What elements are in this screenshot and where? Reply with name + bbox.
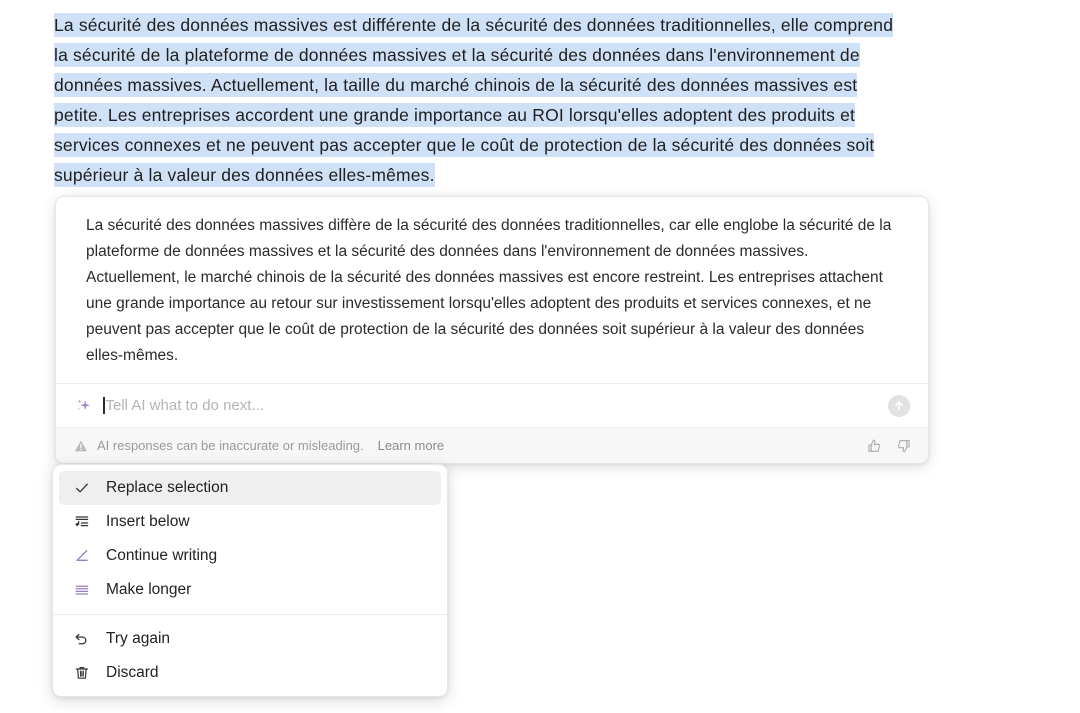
check-icon: [73, 479, 91, 497]
selection-highlight: La sécurité des données massives est dif…: [54, 13, 894, 187]
menu-item-label: Replace selection: [106, 479, 229, 497]
selected-paragraph[interactable]: La sécurité des données massives est dif…: [54, 10, 910, 190]
submit-button[interactable]: [888, 394, 910, 417]
menu-item-make-longer[interactable]: Make longer: [59, 573, 441, 607]
menu-item-label: Continue writing: [106, 547, 218, 565]
pencil-icon: [73, 547, 91, 565]
ai-prompt-row[interactable]: Tell AI what to do next...: [56, 383, 928, 427]
menu-item-replace-selection[interactable]: Replace selection: [59, 471, 441, 505]
arrow-up-icon: [895, 400, 903, 410]
menu-item-label: Try again: [106, 630, 171, 648]
menu-item-try-again[interactable]: Try again: [59, 622, 441, 656]
prompt-input[interactable]: Tell AI what to do next...: [106, 398, 264, 413]
ai-disclaimer-text: AI responses can be inaccurate or mislea…: [97, 438, 364, 453]
thumbs-up-icon[interactable]: [866, 438, 882, 454]
menu-divider: [53, 614, 447, 615]
ai-card-footer: AI responses can be inaccurate or mislea…: [56, 427, 928, 463]
make-longer-icon: [73, 581, 91, 599]
sparkle-icon: [74, 396, 94, 416]
menu-item-label: Discard: [106, 664, 159, 682]
ai-response-card: La sécurité des données massives diffère…: [55, 196, 929, 464]
menu-item-discard[interactable]: Discard: [59, 656, 441, 690]
undo-arrow-icon: [73, 630, 91, 648]
warning-triangle-icon: [74, 439, 88, 453]
menu-group-primary: Replace selection Insert below Continue …: [53, 471, 447, 607]
insert-below-icon: [73, 513, 91, 531]
feedback-group: [866, 438, 912, 454]
menu-item-continue-writing[interactable]: Continue writing: [59, 539, 441, 573]
action-menu: Replace selection Insert below Continue …: [52, 464, 448, 697]
menu-item-insert-below[interactable]: Insert below: [59, 505, 441, 539]
menu-group-secondary: Try again Discard: [53, 622, 447, 690]
ai-response-text: La sécurité des données massives diffère…: [86, 217, 892, 364]
trash-icon: [73, 664, 91, 682]
menu-item-label: Make longer: [106, 581, 192, 599]
thumbs-down-icon[interactable]: [896, 438, 912, 454]
learn-more-link[interactable]: Learn more: [378, 438, 444, 453]
prompt-input-wrap[interactable]: Tell AI what to do next...: [103, 384, 888, 427]
menu-item-label: Insert below: [106, 513, 190, 531]
text-caret: [103, 397, 105, 414]
